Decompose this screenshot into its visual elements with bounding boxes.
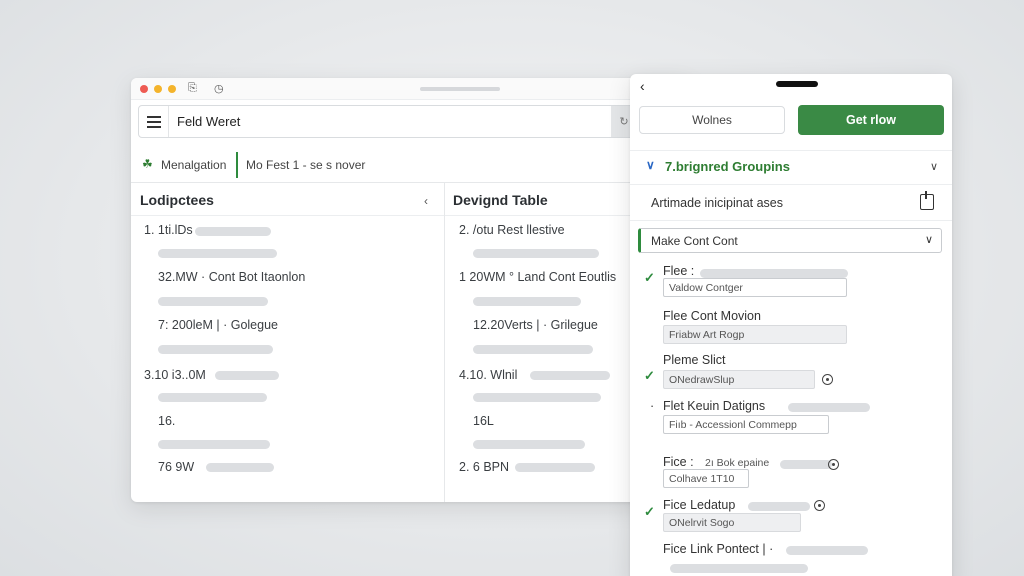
select-dropdown[interactable]: Make Cont Cont ∨ [638,228,942,253]
check-icon: ✓ [644,270,655,285]
field-input[interactable]: ONedrawSlup [663,370,815,389]
minimize-window-button[interactable] [154,85,162,93]
list-item[interactable]: 2. 6 BPN [459,460,509,474]
placeholder-bar [158,393,267,402]
side-panel: ‹ Wolnes Get rlow ∨ 7.brignred Groupins … [630,74,952,576]
placeholder-bar [780,460,832,469]
list-item[interactable]: 3.10 i3..0M [144,368,206,382]
navigation-row: ☘ Menalgation Mo Fest 1 - se s nover [135,148,605,182]
field-input[interactable]: Fiıb - Accessionl Commepp [663,415,829,434]
list-item[interactable]: 16L [473,414,494,428]
info-icon[interactable] [828,459,839,470]
list-item[interactable]: 2. /otu Rest llestive [459,223,565,237]
placeholder-bar [748,502,810,511]
field-input[interactable]: Friabw Art Rogp [663,325,847,344]
check-icon: ✓ [644,504,655,519]
placeholder-bar [788,403,870,412]
close-window-button[interactable] [140,85,148,93]
list-item[interactable]: 12.20Verts | · Grilegue [473,318,598,332]
list-item[interactable]: 1. 1ti.lDs [144,223,193,237]
zoom-window-button[interactable] [168,85,176,93]
chevron-down-icon: ∨ [925,234,934,246]
chevron-down-icon[interactable]: ∨ [646,158,655,172]
section-subheading: Artimade inicipinat ases [651,196,784,210]
column-title-right: Devignd Table [453,192,548,208]
bullet-icon: · [650,399,655,413]
nav-item-navigation[interactable]: Menalgation [161,158,226,172]
nav-item-filter[interactable]: Mo Fest 1 - se s nover [246,158,365,172]
info-icon[interactable] [814,500,825,511]
placeholder-bar [158,345,273,354]
share-icon[interactable] [920,191,934,210]
list-item[interactable]: 32.MW · Cont Bot Itaonlon [158,270,305,284]
field-label: Fice Ledatup [663,498,736,512]
menu-icon [146,120,161,123]
back-icon[interactable]: ‹ [640,78,645,94]
field-label: Fice : [663,455,694,469]
placeholder-bar [515,463,595,472]
group-title[interactable]: 7.brignred Groupins [665,159,790,174]
placeholder-bar [473,249,599,258]
field-input[interactable]: Feld Weret [177,114,240,129]
clock-icon[interactable]: ◷ [214,82,224,95]
secondary-button[interactable]: Wolnes [639,106,785,134]
field-input[interactable]: ONelrvit Sogo [663,513,801,532]
info-icon[interactable] [822,374,833,385]
list-item[interactable]: 4.10. Wlnil [459,368,517,382]
divider [131,182,691,183]
field-label: Flee Cont Movion [663,309,761,323]
list-item[interactable]: 76 9W [158,460,194,474]
clover-icon: ☘ [142,157,153,171]
list-item[interactable]: 7: 200leM | · Golegue [158,318,278,332]
field-input[interactable]: Valdow Contger [663,278,847,297]
placeholder-bar [473,345,593,354]
search-toolbar: Feld Weret ↻ [138,105,637,138]
placeholder-bar [215,371,279,380]
field-label: Flet Keuin Datigns [663,399,766,413]
divider [131,215,691,216]
placeholder-bar [195,227,271,236]
placeholder-bar [786,546,868,555]
nav-active-indicator [236,152,238,178]
placeholder-bar [158,440,270,449]
collapse-icon[interactable]: ‹ [424,194,428,208]
list-item[interactable]: 1 20WM ° Land Cont Eoutlis [459,270,616,284]
divider [630,220,952,221]
placeholder-bar [700,269,848,278]
placeholder-bar [670,564,808,573]
main-window: ⎘ ◷ Feld Weret ↻ ☘ Menalgation Mo Fest 1… [131,78,691,502]
field-label: Pleme Slict [663,353,726,367]
divider [630,184,952,185]
field-label: Fice Link Pontect | · [663,542,774,556]
check-icon: ✓ [644,368,655,383]
column-divider [444,183,445,502]
placeholder-bar [473,440,585,449]
list-item[interactable]: 16. [158,414,175,428]
placeholder-bar [158,249,277,258]
placeholder-bar [473,297,581,306]
placeholder-bar [158,297,268,306]
chevron-down-icon[interactable]: ∨ [930,160,938,173]
drag-handle[interactable] [420,87,500,91]
placeholder-bar [473,393,601,402]
column-title-left: Lodipctees [140,192,214,208]
title-bar: ⎘ ◷ [131,78,691,100]
panel-handle[interactable] [776,81,818,87]
copy-icon[interactable]: ⎘ [188,82,197,95]
placeholder-bar [530,371,610,380]
divider [630,150,952,151]
field-input[interactable]: Colhave 1T10 [663,469,749,488]
field-label: Flee : [663,264,695,278]
hamburger-menu-button[interactable] [139,106,169,137]
placeholder-bar [206,463,274,472]
get-now-button[interactable]: Get rlow [798,105,944,135]
field-inline-value: 2ı Bok epaine [705,457,770,469]
select-value: Make Cont Cont [651,234,738,248]
